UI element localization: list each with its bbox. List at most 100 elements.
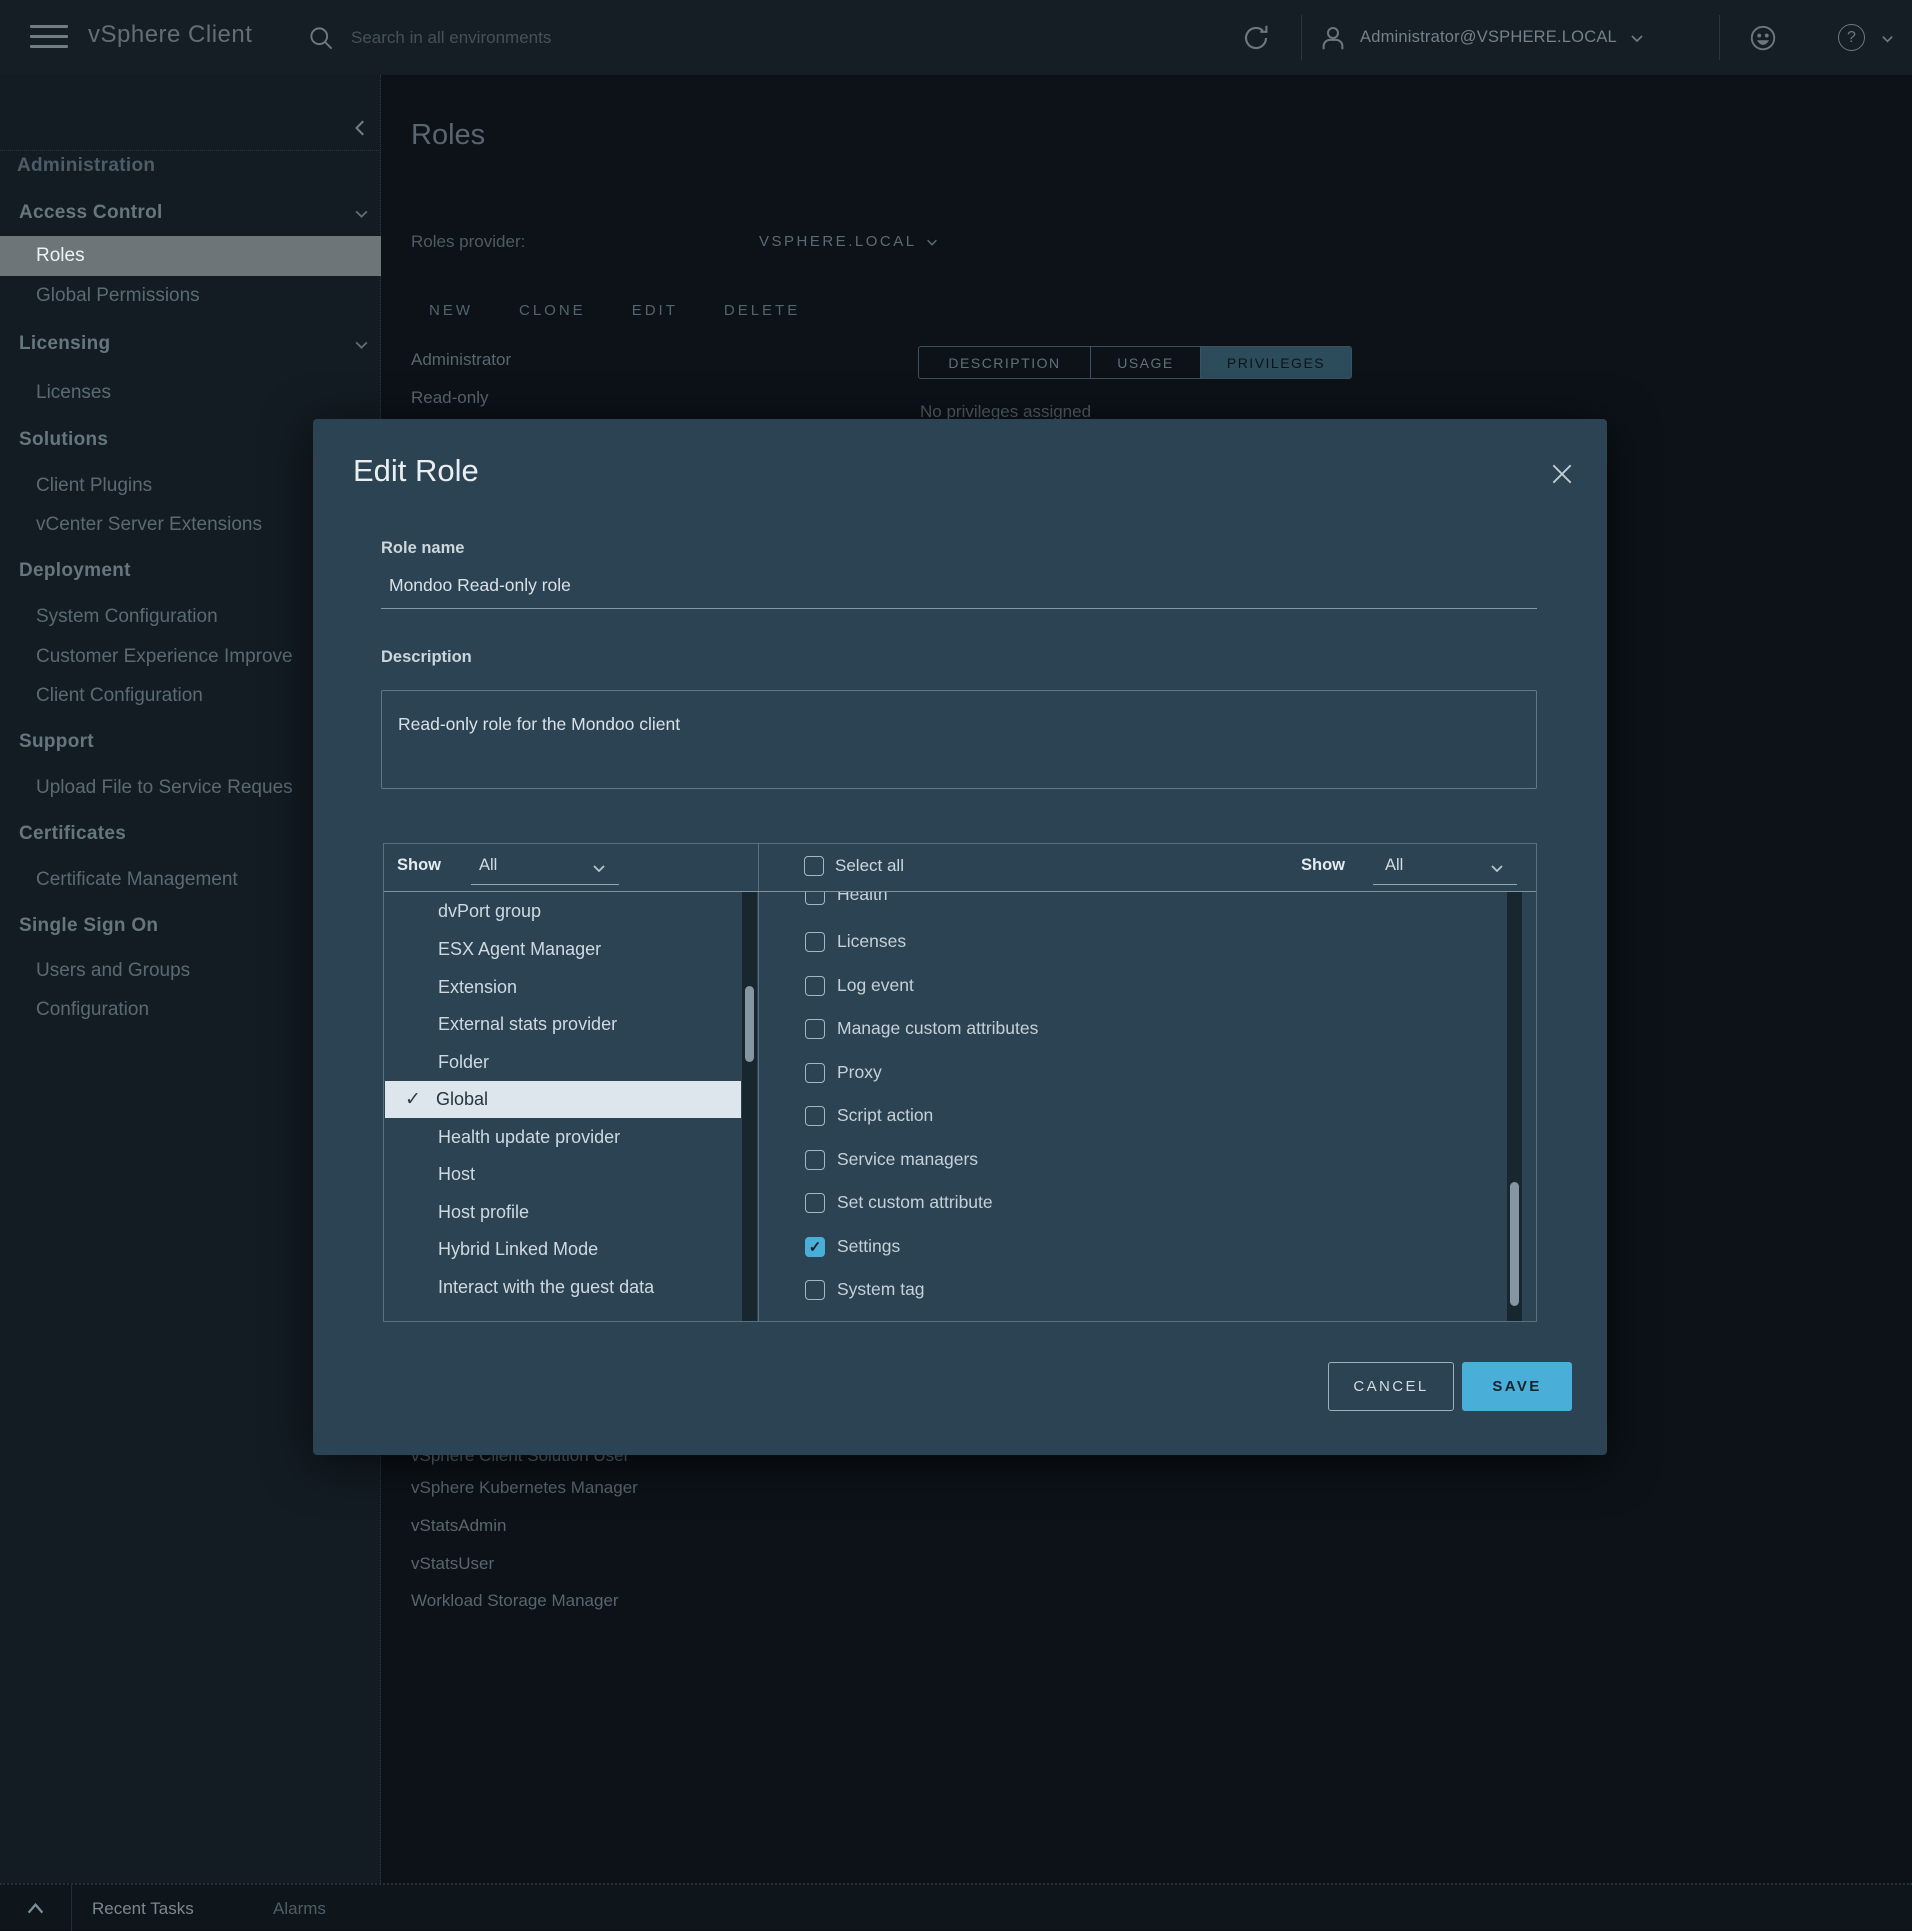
object-type-list: dvPort group ESX Agent Manager Extension…	[385, 892, 757, 1321]
save-button[interactable]: SAVE	[1462, 1362, 1572, 1411]
list-item[interactable]: Extension	[385, 969, 741, 1006]
privilege-row[interactable]: Script action	[805, 1105, 933, 1126]
footer-tab-recent-tasks[interactable]: Recent Tasks	[92, 1899, 194, 1919]
app-header: vSphere Client Administrator@VSPHERE.LOC…	[0, 0, 1912, 75]
feedback-icon[interactable]	[1748, 23, 1778, 53]
roles-provider-label: Roles provider:	[411, 232, 525, 252]
right-scrollbar-thumb[interactable]	[1510, 1182, 1519, 1306]
left-show-label: Show	[397, 856, 441, 875]
checkbox[interactable]	[805, 892, 825, 905]
list-item[interactable]: Interact with the guest data	[385, 1269, 741, 1306]
list-item[interactable]: Host	[385, 1156, 741, 1193]
chevron-down-icon	[353, 205, 370, 222]
checkbox[interactable]	[805, 1019, 825, 1039]
role-row[interactable]: vStatsUser	[411, 1554, 494, 1574]
left-scrollbar-track[interactable]	[742, 892, 757, 1321]
app-title: vSphere Client	[88, 21, 252, 49]
privilege-checkbox-list: Health Licenses Log event Manage custom …	[759, 892, 1522, 1321]
tab-usage[interactable]: USAGE	[1091, 347, 1201, 378]
left-show-dropdown[interactable]: All	[479, 856, 497, 875]
role-row[interactable]: vSphere Kubernetes Manager	[411, 1478, 638, 1498]
right-show-label: Show	[1301, 856, 1345, 875]
checkbox[interactable]	[805, 932, 825, 952]
status-bar: Recent Tasks Alarms	[0, 1883, 1912, 1929]
checkbox-checked[interactable]: ✓	[805, 1237, 825, 1257]
modal-title: Edit Role	[353, 453, 479, 489]
checkbox[interactable]	[805, 976, 825, 996]
sidebar-section-administration: Administration	[17, 155, 155, 177]
chevron-down-icon[interactable]	[591, 860, 607, 876]
privilege-row[interactable]: Proxy	[805, 1062, 882, 1083]
select-all-label: Select all	[835, 856, 904, 876]
close-icon[interactable]	[1549, 461, 1575, 487]
checkbox[interactable]	[805, 1280, 825, 1300]
check-icon: ✓	[405, 1081, 421, 1118]
role-name-input[interactable]	[381, 569, 1537, 609]
user-icon	[1318, 23, 1348, 53]
checkbox[interactable]	[805, 1106, 825, 1126]
new-button[interactable]: NEW	[429, 302, 473, 319]
chevron-down-icon	[1629, 30, 1645, 46]
user-name: Administrator@VSPHERE.LOCAL	[1360, 28, 1617, 47]
role-row[interactable]: Workload Storage Manager	[411, 1591, 619, 1611]
privileges-dual-list: Show All Select all Show All dvPort grou…	[383, 843, 1537, 1322]
footer-tab-alarms[interactable]: Alarms	[273, 1899, 326, 1919]
right-show-dropdown[interactable]: All	[1385, 856, 1403, 875]
user-menu[interactable]: Administrator@VSPHERE.LOCAL	[1318, 0, 1645, 75]
role-row[interactable]: Administrator	[411, 350, 511, 370]
checkbox[interactable]	[805, 1193, 825, 1213]
privilege-row[interactable]: Health	[805, 892, 888, 905]
role-name-label: Role name	[381, 539, 464, 558]
role-row[interactable]: Read-only	[411, 388, 489, 408]
delete-button[interactable]: DELETE	[724, 302, 800, 319]
menu-icon[interactable]	[30, 25, 68, 50]
list-item[interactable]: Folder	[385, 1044, 741, 1081]
refresh-icon[interactable]	[1240, 22, 1272, 54]
list-item-selected-global[interactable]: ✓Global	[385, 1081, 741, 1118]
roles-provider-dropdown[interactable]: VSPHERE.LOCAL	[759, 233, 939, 250]
description-textarea[interactable]: Read-only role for the Mondoo client	[381, 690, 1537, 789]
privilege-row[interactable]: Service managers	[805, 1149, 978, 1170]
checkbox[interactable]	[805, 1063, 825, 1083]
sidebar-item-access-control[interactable]: Access Control	[19, 202, 374, 224]
sidebar-item-licensing[interactable]: Licensing	[19, 333, 374, 355]
left-scrollbar-thumb[interactable]	[745, 986, 754, 1062]
edit-role-modal: Edit Role Role name Description Read-onl…	[313, 419, 1607, 1455]
checkbox[interactable]	[805, 1150, 825, 1170]
sidebar-item-global-permissions[interactable]: Global Permissions	[0, 285, 381, 307]
tab-privileges[interactable]: PRIVILEGES	[1201, 347, 1351, 378]
help-icon[interactable]: ?	[1838, 24, 1865, 51]
privilege-row[interactable]: Manage custom attributes	[805, 1018, 1038, 1039]
footer-divider	[71, 1885, 72, 1931]
select-all-row[interactable]: Select all	[804, 856, 904, 876]
sidebar-item-licenses[interactable]: Licenses	[0, 382, 381, 404]
privilege-row[interactable]: Set custom attribute	[805, 1192, 993, 1213]
select-all-checkbox[interactable]	[804, 856, 824, 876]
list-item[interactable]: Health update provider	[385, 1119, 741, 1156]
tab-description[interactable]: DESCRIPTION	[919, 347, 1091, 378]
list-item[interactable]: dvPort group	[385, 893, 741, 930]
chevron-down-icon[interactable]	[1489, 860, 1505, 876]
chevron-down-icon	[353, 336, 370, 353]
list-item[interactable]: External stats provider	[385, 1006, 741, 1043]
help-chevron-down-icon[interactable]	[1880, 31, 1895, 46]
chevron-up-icon[interactable]	[26, 1900, 45, 1916]
role-row[interactable]: vStatsAdmin	[411, 1516, 506, 1536]
global-search[interactable]	[308, 18, 948, 58]
list-item[interactable]: ESX Agent Manager	[385, 931, 741, 968]
collapse-sidebar-icon[interactable]	[352, 117, 370, 139]
cancel-button[interactable]: CANCEL	[1328, 1362, 1454, 1411]
search-input[interactable]	[349, 27, 909, 49]
list-item[interactable]: Host profile	[385, 1194, 741, 1231]
sidebar-divider	[0, 150, 381, 151]
list-item[interactable]: Hybrid Linked Mode	[385, 1231, 741, 1268]
privilege-row[interactable]: Licenses	[805, 931, 906, 952]
privilege-row[interactable]: Log event	[805, 975, 914, 996]
sidebar-item-roles[interactable]: Roles	[0, 236, 381, 276]
clone-button[interactable]: CLONE	[519, 302, 586, 319]
edit-button[interactable]: EDIT	[632, 302, 678, 319]
chevron-down-icon	[925, 235, 939, 249]
privilege-row[interactable]: System tag	[805, 1279, 925, 1300]
privilege-row-settings[interactable]: ✓Settings	[805, 1236, 900, 1257]
role-detail-tabs: DESCRIPTION USAGE PRIVILEGES	[918, 346, 1352, 379]
